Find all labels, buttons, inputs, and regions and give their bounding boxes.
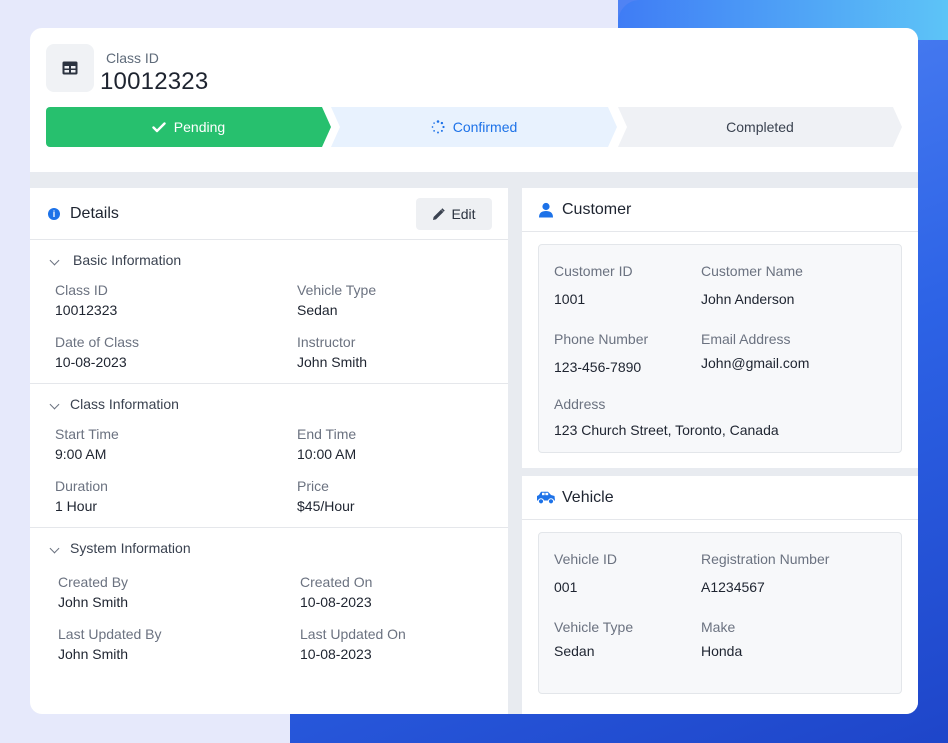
- field-label: Registration Number: [701, 551, 830, 567]
- step-label: Completed: [726, 119, 794, 135]
- date-value: 10-08-2023: [55, 354, 127, 370]
- created-on-value: 10-08-2023: [300, 594, 372, 610]
- step-confirmed[interactable]: Confirmed: [331, 107, 617, 147]
- class-id-value: 10012323: [55, 302, 118, 318]
- edit-label: Edit: [451, 206, 476, 222]
- info-icon: i: [48, 208, 60, 220]
- user-icon: [538, 202, 554, 218]
- duration-value: 1 Hour: [55, 498, 98, 514]
- vehicle-panel: Vehicle Vehicle ID 001 Registration Numb…: [522, 476, 918, 714]
- field-label: End Time: [297, 426, 357, 442]
- customer-panel: Customer Customer ID 1001 Customer Name …: [522, 188, 918, 468]
- chevron-down-icon[interactable]: [49, 399, 60, 410]
- chevron-down-icon[interactable]: [49, 543, 60, 554]
- field-label: Make: [701, 619, 736, 635]
- field-label: Date of Class: [55, 334, 140, 350]
- basic-information-section: Basic Information Class ID 10012323 Vehi…: [30, 240, 508, 384]
- class-id-value: 10012323: [100, 68, 209, 95]
- pencil-icon: [432, 207, 446, 221]
- chevron-down-icon[interactable]: [49, 255, 60, 266]
- class-detail-window: Class ID 10012323 Pending Confirmed Comp…: [30, 28, 918, 714]
- vehicle-title: Vehicle: [562, 489, 614, 506]
- car-icon: [536, 491, 556, 505]
- phone-value: 123-456-7890: [554, 359, 642, 375]
- class-information-section: Class Information Start Time 9:00 AM End…: [30, 384, 508, 528]
- status-stepper: Pending Confirmed Completed: [46, 107, 902, 147]
- table-icon: [46, 44, 94, 92]
- field-label: Address: [554, 396, 606, 412]
- class-header: Class ID 10012323 Pending Confirmed Comp…: [30, 28, 918, 172]
- field-label: Email Address: [701, 331, 791, 347]
- registration-value: A1234567: [701, 579, 765, 595]
- step-pending[interactable]: Pending: [46, 107, 331, 147]
- field-label: Last Updated By: [58, 626, 162, 642]
- field-label: Vehicle Type: [297, 282, 377, 298]
- price-value: $45/Hour: [297, 498, 355, 514]
- vehicle-type-value: Sedan: [297, 302, 338, 318]
- section-title[interactable]: Basic Information: [73, 252, 181, 268]
- customer-title: Customer: [562, 201, 632, 218]
- details-panel: i Details Edit Basic Information Class I…: [30, 188, 508, 714]
- customer-card: Customer ID 1001 Customer Name John Ande…: [538, 244, 902, 453]
- field-label: Start Time: [55, 426, 119, 442]
- make-value: Honda: [701, 643, 743, 659]
- email-value: John@gmail.com: [701, 355, 810, 371]
- customer-id-value: 1001: [554, 291, 586, 307]
- field-label: Vehicle ID: [554, 551, 618, 567]
- address-value: 123 Church Street, Toronto, Canada: [554, 422, 779, 438]
- details-header: i Details Edit: [30, 188, 508, 240]
- field-label: Vehicle Type: [554, 619, 634, 635]
- customer-name-value: John Anderson: [701, 291, 795, 307]
- class-id-label: Class ID: [106, 50, 159, 66]
- field-label: Phone Number: [554, 331, 649, 347]
- field-label: Customer ID: [554, 263, 633, 279]
- details-title: Details: [70, 205, 119, 222]
- step-label: Pending: [173, 119, 226, 135]
- field-label: Customer Name: [701, 263, 803, 279]
- updated-on-value: 10-08-2023: [300, 646, 372, 662]
- loading-spinner-icon: [431, 120, 445, 134]
- step-completed[interactable]: Completed: [618, 107, 902, 147]
- instructor-value: John Smith: [297, 354, 368, 370]
- section-title[interactable]: Class Information: [70, 396, 179, 412]
- field-label: Created On: [300, 574, 373, 590]
- edit-button[interactable]: Edit: [416, 198, 492, 230]
- field-label: Created By: [58, 574, 129, 590]
- vehicle-header: Vehicle: [522, 476, 918, 520]
- field-label: Duration: [55, 478, 108, 494]
- updated-by-value: John Smith: [58, 646, 129, 662]
- vehicle-id-value: 001: [554, 579, 578, 595]
- vehicle-card: Vehicle ID 001 Registration Number A1234…: [538, 532, 902, 694]
- customer-header: Customer: [522, 188, 918, 232]
- field-label: Last Updated On: [300, 626, 406, 642]
- vehicle-type-value: Sedan: [554, 643, 595, 659]
- start-time-value: 9:00 AM: [55, 446, 107, 462]
- check-icon: [152, 121, 166, 133]
- created-by-value: John Smith: [58, 594, 129, 610]
- field-label: Class ID: [55, 282, 108, 298]
- step-label: Confirmed: [452, 119, 518, 135]
- field-label: Instructor: [297, 334, 356, 350]
- section-title[interactable]: System Information: [70, 540, 191, 556]
- end-time-value: 10:00 AM: [297, 446, 357, 462]
- system-information-section: System Information Created By John Smith…: [30, 528, 508, 714]
- field-label: Price: [297, 478, 329, 494]
